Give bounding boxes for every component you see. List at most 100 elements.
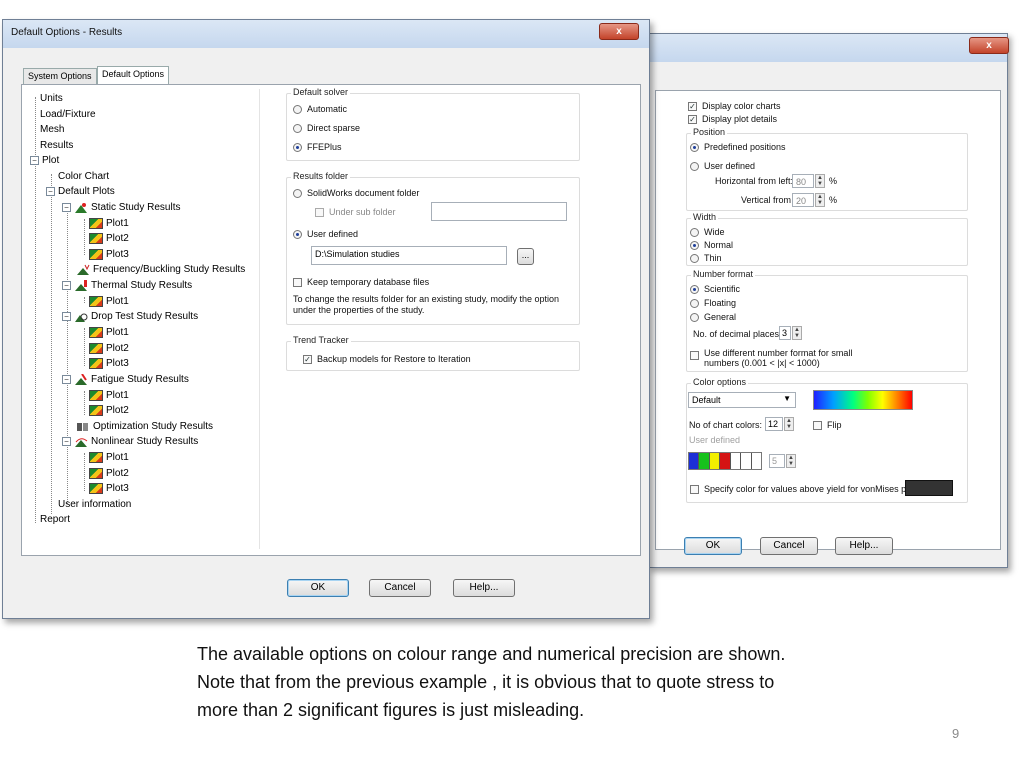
tree-guide — [67, 204, 68, 504]
tree-user-information[interactable]: User information — [58, 497, 131, 512]
horizontal-spinner[interactable]: ▲ ▼ — [815, 174, 825, 188]
checkmark-icon: ✓ — [688, 114, 697, 124]
collapse-icon[interactable]: − — [62, 375, 71, 384]
yield-color-checkbox[interactable]: Specify color for values above yield for… — [690, 484, 916, 494]
tree-drop-plot3[interactable]: Plot3 — [89, 356, 129, 371]
left-close-button[interactable]: x — [599, 23, 639, 40]
tree-static-plot2[interactable]: Plot2 — [89, 231, 129, 246]
general-radio[interactable]: General — [690, 312, 736, 322]
yield-color-swatch[interactable] — [905, 480, 953, 496]
collapse-icon[interactable]: − — [62, 281, 71, 290]
scientific-radio[interactable]: Scientific — [690, 284, 740, 294]
floating-radio[interactable]: Floating — [690, 298, 736, 308]
tree-static-study[interactable]: − Static Study Results — [62, 200, 180, 215]
backup-models-checkbox[interactable]: ✓ Backup models for Restore to Iteration — [303, 354, 471, 364]
tree-fatigue-study[interactable]: − Fatigue Study Results — [62, 372, 189, 387]
right-ok-button[interactable]: OK — [684, 537, 742, 555]
tree-color-chart[interactable]: Color Chart — [58, 169, 109, 184]
page-number: 9 — [952, 726, 960, 741]
left-cancel-button[interactable]: Cancel — [369, 579, 431, 597]
dropdown-arrow-icon: ▼ — [783, 394, 791, 403]
tree-drop-plot2[interactable]: Plot2 — [89, 341, 129, 356]
tree-drop-test-study[interactable]: − Drop Test Study Results — [62, 309, 198, 324]
right-help-button[interactable]: Help... — [835, 537, 893, 555]
display-color-charts-checkbox[interactable]: ✓ Display color charts — [688, 101, 781, 111]
swatch-yellow[interactable] — [709, 453, 721, 469]
chart-colors-input[interactable]: 12 — [765, 417, 783, 431]
swatch-empty[interactable] — [730, 453, 742, 469]
tree-load-fixture[interactable]: Load/Fixture — [40, 107, 96, 122]
display-plot-details-checkbox[interactable]: ✓ Display plot details — [688, 114, 777, 124]
tree-results[interactable]: Results — [40, 138, 73, 153]
tree-drop-plot1[interactable]: Plot1 — [89, 325, 129, 340]
user-defined-position-radio[interactable]: User defined — [690, 161, 755, 171]
tree-nonlinear-plot2[interactable]: Plot2 — [89, 466, 129, 481]
right-close-button[interactable]: x — [969, 37, 1009, 54]
collapse-icon[interactable]: − — [62, 312, 71, 321]
decimal-places-spinner[interactable]: ▲ ▼ — [792, 326, 802, 340]
chart-colors-spinner[interactable]: ▲ ▼ — [784, 417, 794, 431]
solver-automatic-radio[interactable]: Automatic — [293, 104, 347, 114]
tree-frequency-study[interactable]: Frequency/Buckling Study Results — [76, 262, 245, 277]
tree-report[interactable]: Report — [40, 512, 70, 527]
tree-static-plot3[interactable]: Plot3 — [89, 247, 129, 262]
solver-ffeplus-radio[interactable]: FFEPlus — [293, 142, 342, 152]
swatch-empty[interactable] — [751, 453, 761, 469]
browse-folder-button[interactable]: ... — [517, 248, 534, 265]
predefined-positions-radio[interactable]: Predefined positions — [690, 142, 786, 152]
keep-temp-files-checkbox[interactable]: Keep temporary database files — [293, 277, 429, 287]
swatch-empty[interactable] — [741, 453, 752, 469]
swatch-blue[interactable] — [689, 453, 700, 469]
tree-static-plot1[interactable]: Plot1 — [89, 216, 129, 231]
decimal-places-input[interactable]: 3 — [779, 326, 791, 340]
color-scheme-select[interactable]: Default ▼ — [688, 392, 796, 408]
horizontal-from-left-input[interactable]: 80 — [792, 174, 814, 188]
flip-checkbox[interactable]: Flip — [813, 420, 842, 430]
solver-direct-sparse-radio[interactable]: Direct sparse — [293, 123, 360, 133]
plot1-label: Plot1 — [106, 327, 129, 338]
tree-default-plots[interactable]: − Default Plots — [46, 184, 115, 199]
user-defined-folder-radio[interactable]: User defined — [293, 229, 358, 239]
collapse-icon[interactable]: − — [46, 187, 55, 196]
tree-fatigue-plot2[interactable]: Plot2 — [89, 403, 129, 418]
collapse-icon[interactable]: − — [62, 203, 71, 212]
tree-thermal-plot1[interactable]: Plot1 — [89, 294, 129, 309]
under-sub-folder-checkbox[interactable]: Under sub folder — [315, 207, 396, 217]
user-color-count-input[interactable]: 5 — [769, 454, 785, 468]
tree-guide — [84, 297, 85, 303]
sub-folder-input[interactable] — [431, 202, 567, 221]
width-thin-radio[interactable]: Thin — [690, 253, 722, 263]
tab-system-options[interactable]: System Options — [23, 68, 97, 84]
tree-plot[interactable]: − Plot — [30, 153, 59, 168]
tree-fatigue-plot1[interactable]: Plot1 — [89, 388, 129, 403]
tree-thermal-study[interactable]: − Thermal Study Results — [62, 278, 192, 293]
left-help-button[interactable]: Help... — [453, 579, 515, 597]
tree-nonlinear-plot1[interactable]: Plot1 — [89, 450, 129, 465]
plot-icon — [89, 249, 103, 260]
vertical-from-top-input[interactable]: 20 — [792, 193, 814, 207]
left-ok-button[interactable]: OK — [287, 579, 349, 597]
tree-nonlinear-plot3[interactable]: Plot3 — [89, 481, 129, 496]
swatch-green[interactable] — [699, 453, 710, 469]
swatch-red[interactable] — [720, 453, 731, 469]
collapse-icon[interactable]: − — [62, 437, 71, 446]
collapse-icon[interactable]: − — [30, 156, 39, 165]
right-cancel-button[interactable]: Cancel — [760, 537, 818, 555]
tree-units[interactable]: Units — [40, 91, 63, 106]
results-folder-path-input[interactable]: D:\Simulation studies — [311, 246, 507, 265]
radio-icon — [293, 188, 302, 198]
tree-mesh[interactable]: Mesh — [40, 122, 64, 137]
tab-default-options[interactable]: Default Options — [97, 66, 170, 85]
width-wide-radio[interactable]: Wide — [690, 227, 725, 237]
user-color-count-spinner[interactable]: ▲ ▼ — [786, 454, 796, 468]
checkmark-icon: ✓ — [303, 354, 312, 364]
plot-icon — [89, 405, 103, 416]
user-color-swatches[interactable] — [688, 452, 762, 470]
different-format-checkbox[interactable]: Use different number format for small nu… — [690, 348, 852, 368]
tree-nonlinear-study[interactable]: − Nonlinear Study Results — [62, 434, 198, 449]
radio-selected-icon — [690, 142, 699, 152]
width-normal-radio[interactable]: Normal — [690, 240, 733, 250]
tree-optimization-study[interactable]: Optimization Study Results — [76, 419, 213, 434]
sw-document-folder-radio[interactable]: SolidWorks document folder — [293, 188, 419, 198]
vertical-spinner[interactable]: ▲ ▼ — [815, 193, 825, 207]
